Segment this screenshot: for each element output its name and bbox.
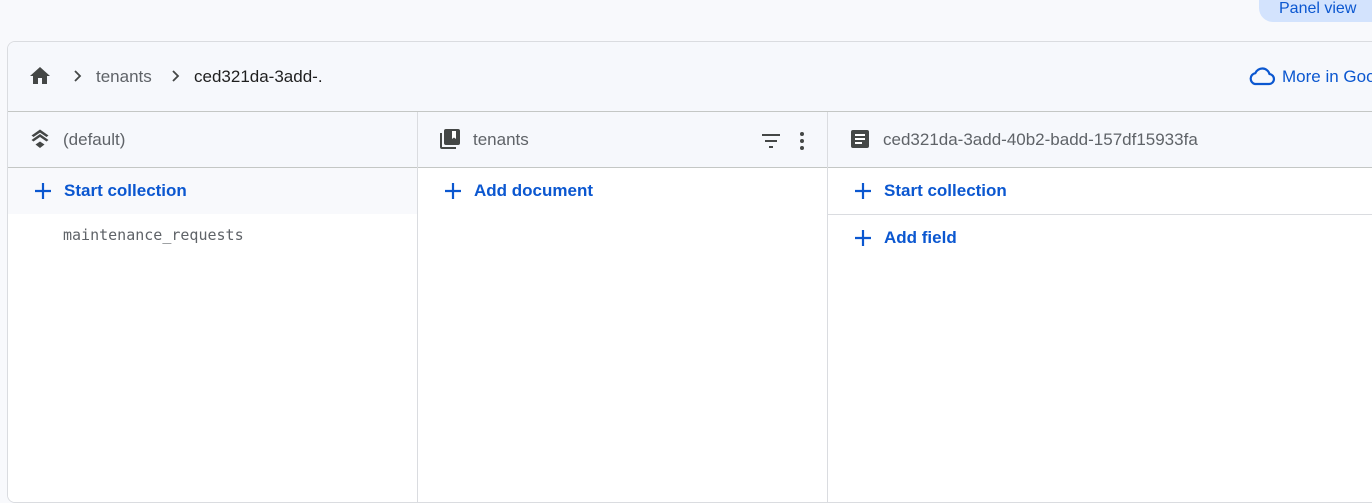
document-icon [851, 130, 869, 148]
add-document-button[interactable]: Add document [418, 168, 827, 214]
breadcrumb: tenants ced321da-3add-. More in Goo [8, 42, 1372, 112]
plus-icon [35, 183, 51, 199]
document-column: ced321da-3add-40b2-badd-157df15933fa Sta… [828, 112, 1372, 502]
cloud-icon [1249, 67, 1276, 86]
start-collection-button[interactable]: Start collection [8, 168, 417, 214]
chevron-right-icon [74, 70, 82, 82]
plus-icon [445, 183, 461, 199]
add-document-label: Add document [474, 181, 593, 200]
start-collection-label: Start collection [64, 181, 187, 200]
start-collection-button[interactable]: Start collection [828, 168, 1372, 215]
start-collection-label: Start collection [884, 181, 1007, 200]
more-vert-icon[interactable] [790, 129, 814, 153]
database-column: (default) Start collection maintenance_r… [8, 112, 418, 502]
breadcrumb-document: ced321da-3add-. [194, 67, 323, 86]
collection-icon [440, 129, 460, 149]
collection-header: tenants [418, 112, 827, 168]
database-title: (default) [63, 130, 126, 149]
collection-column: tenants Add document [418, 112, 828, 502]
plus-icon [855, 183, 871, 199]
database-header: (default) [8, 112, 417, 168]
add-field-button[interactable]: Add field [828, 215, 1372, 261]
breadcrumb-tenants[interactable]: tenants [96, 67, 152, 87]
database-stack-icon [31, 129, 49, 148]
firestore-data-card: tenants ced321da-3add-. More in Goo (def… [7, 41, 1372, 503]
list-item[interactable]: maintenance_requests [8, 214, 417, 256]
add-field-label: Add field [884, 228, 957, 247]
more-in-google-cloud-link[interactable]: More in Goo [1248, 66, 1372, 88]
more-link-label: More in Goo [1282, 67, 1372, 86]
plus-icon [855, 230, 871, 246]
home-icon[interactable] [28, 64, 52, 88]
chevron-right-icon [172, 70, 180, 82]
document-title: ced321da-3add-40b2-badd-157df15933fa [883, 130, 1198, 149]
document-header: ced321da-3add-40b2-badd-157df15933fa [828, 112, 1372, 168]
collection-title: tenants [473, 130, 529, 149]
panel-view-button[interactable]: Panel view [1259, 0, 1372, 22]
filter-icon[interactable] [759, 129, 783, 153]
